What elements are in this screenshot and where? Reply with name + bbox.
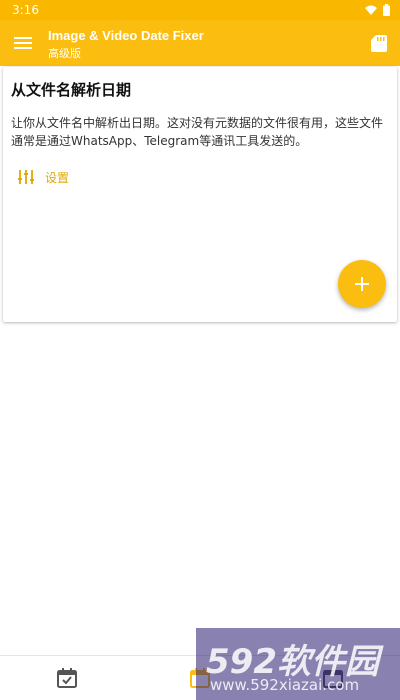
app-bar: Image & Video Date Fixer 高级版: [0, 20, 400, 66]
status-icons: [365, 4, 390, 16]
status-time: 3:16: [12, 3, 39, 17]
watermark-url: www.592xiazai.com: [210, 676, 360, 694]
menu-icon[interactable]: [12, 32, 34, 54]
settings-button[interactable]: 设置: [17, 168, 69, 186]
sd-card-icon[interactable]: [368, 32, 390, 54]
plus-icon: [355, 277, 369, 291]
calendar-check-icon[interactable]: [55, 666, 79, 690]
parse-date-card: 从文件名解析日期 让你从文件名中解析出日期。这对没有元数据的文件很有用，这些文件…: [3, 67, 397, 322]
card-description: 让你从文件名中解析出日期。这对没有元数据的文件很有用，这些文件通常是通过What…: [11, 116, 384, 148]
add-button[interactable]: [338, 260, 386, 308]
card-title: 从文件名解析日期: [11, 81, 132, 99]
status-bar: 3:16: [0, 0, 400, 20]
app-subtitle: 高级版: [48, 47, 81, 60]
settings-label: 设置: [45, 170, 70, 185]
sliders-icon: [18, 170, 34, 184]
app-title: Image & Video Date Fixer: [48, 28, 204, 43]
battery-icon: [383, 4, 390, 16]
wifi-icon: [365, 5, 377, 15]
watermark: 592软件园 www.592xiazai.com: [196, 628, 400, 700]
